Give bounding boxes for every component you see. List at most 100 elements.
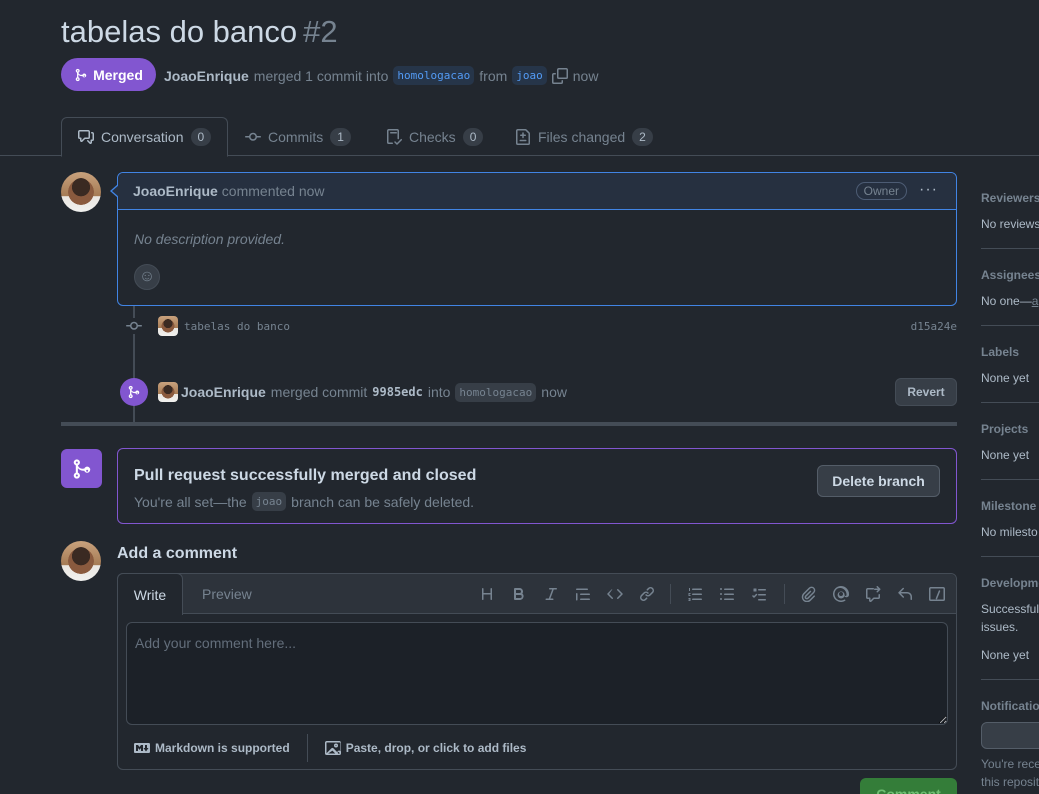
commit-sha-link[interactable]: d15a24e [911,320,957,333]
toolbar-divider [784,584,785,604]
link-icon[interactable] [637,584,657,604]
head-branch-label[interactable]: joao [512,66,547,85]
comment-author-link[interactable]: JoaoEnrique [133,183,218,199]
sidebar-projects-heading[interactable]: Projects [981,422,1028,436]
sidebar-divider [981,679,1039,680]
unordered-list-icon[interactable] [717,584,737,604]
tab-checks-count: 0 [462,127,484,146]
tab-files-changed-label: Files changed [538,128,626,145]
git-merge-icon [120,378,148,406]
timeline-merge-event: JoaoEnrique merged commit 9985edc into h… [120,377,957,407]
paperclip-icon[interactable] [799,584,819,604]
sidebar-development-heading[interactable]: Developme [981,576,1039,590]
sidebar-assignees-text: No one— [981,294,1032,308]
tab-commits-label: Commits [268,128,324,145]
tab-conversation-count: 0 [190,128,212,146]
avatar[interactable] [61,541,101,581]
sidebar-assignees-heading[interactable]: Assignees [981,268,1039,282]
comment-submit-button[interactable]: Comment [860,778,957,794]
tab-files-changed-count: 2 [632,127,653,146]
merge-base-branch[interactable]: homologacao [455,382,537,402]
code-icon[interactable] [605,584,625,604]
sidebar-labels-heading[interactable]: Labels [981,345,1019,359]
sidebar-reviewers-heading[interactable]: Reviewers [981,191,1039,205]
avatar[interactable] [61,172,101,212]
merge-author-link[interactable]: JoaoEnrique [181,384,266,400]
merged-status-description: You're all set—the joao branch can be sa… [134,492,474,511]
delete-branch-button[interactable]: Delete branch [817,465,940,497]
timeline-commit-row: tabelas do banco d15a24e [124,315,957,337]
attach-files-link[interactable]: Paste, drop, or click to add files [324,740,527,756]
avatar[interactable] [158,316,178,336]
markdown-icon [134,743,150,753]
pr-title: tabelas do banco #2 [61,14,338,50]
sidebar-milestone-value: No milesto [981,525,1038,539]
comment-action[interactable]: commented now [222,183,325,199]
merge-commit-link[interactable]: 9985edc [372,385,423,399]
owner-badge: Owner [855,182,907,200]
base-branch-label[interactable]: homologacao [393,66,475,85]
timeline-end-divider [61,422,957,426]
sidebar-divider [981,325,1039,326]
sidebar-development-desc-2: issues. [981,620,1019,634]
sidebar-development-desc-1: Successfully [981,602,1039,616]
assign-yourself-link[interactable]: a [1032,294,1039,308]
bold-icon[interactable] [509,584,529,604]
git-commit-icon [245,132,261,141]
italic-icon[interactable] [541,584,561,604]
comment-textarea[interactable] [126,622,948,725]
pr-author-link[interactable]: JoaoEnrique [164,68,249,84]
tab-commits-count: 1 [330,127,351,146]
quote-icon[interactable] [573,584,593,604]
pr-meta: JoaoEnrique merged 1 commit into homolog… [164,66,598,85]
pr-title-text: tabelas do banco [61,14,298,49]
reply-icon[interactable] [895,584,915,604]
git-commit-icon [124,318,144,334]
attach-files-label: Paste, drop, or click to add files [345,741,527,755]
footer-divider [306,734,308,762]
revert-button[interactable]: Revert [895,378,957,406]
merged-desc-prefix: You're all set—the [134,493,247,510]
markdown-supported-link[interactable]: Markdown is supported [134,740,290,756]
comment-header: JoaoEnrique commented now Owner ··· [118,173,956,210]
kebab-horizontal-icon[interactable]: ··· [919,181,938,199]
git-merge-icon [75,68,87,81]
avatar[interactable] [158,382,178,402]
pr-time: now [572,67,599,84]
smiley-icon[interactable]: ☺ [134,264,160,290]
sidebar-milestone-heading[interactable]: Milestone [981,499,1036,513]
copy-icon[interactable] [551,67,568,84]
comment-editor: Write Preview Markdown is supported Past… [117,573,957,770]
add-comment-heading: Add a comment [117,545,238,562]
git-merge-icon [61,449,102,488]
pr-number: #2 [303,14,338,49]
slash-command-icon[interactable] [927,584,947,604]
merge-text: merged commit [270,384,368,400]
tab-preview[interactable]: Preview [202,586,252,602]
checklist-icon [387,128,402,145]
mention-icon[interactable] [831,584,851,604]
merge-time: now [541,384,567,400]
file-diff-icon [516,128,530,145]
tab-write[interactable]: Write [117,573,183,615]
editor-toolbar: Write Preview [117,573,956,615]
sidebar-divider [981,479,1039,480]
toolbar-divider [670,584,671,604]
sidebar-divider [981,556,1039,557]
tab-conversation[interactable]: Conversation 0 [61,117,229,157]
commit-message-link[interactable]: tabelas do banco [184,320,290,333]
numbered-list-icon[interactable] [685,584,705,604]
sidebar-assignees-value: No one—a [981,294,1038,308]
heading-icon[interactable] [477,584,497,604]
task-list-icon[interactable] [749,584,769,604]
tab-commits[interactable]: Commits 1 [245,117,351,156]
markdown-supported-label: Markdown is supported [155,741,290,755]
tab-checks[interactable]: Checks 0 [386,117,484,156]
tab-conversation-label: Conversation [101,129,184,145]
sidebar-development-value: None yet [981,648,1030,662]
tab-files-changed[interactable]: Files changed 2 [515,117,653,156]
cross-reference-icon[interactable] [863,584,883,604]
comment-body: No description provided. [134,231,285,247]
pr-merged-text: merged 1 commit into [253,67,389,84]
subscribe-button[interactable] [981,722,1039,749]
